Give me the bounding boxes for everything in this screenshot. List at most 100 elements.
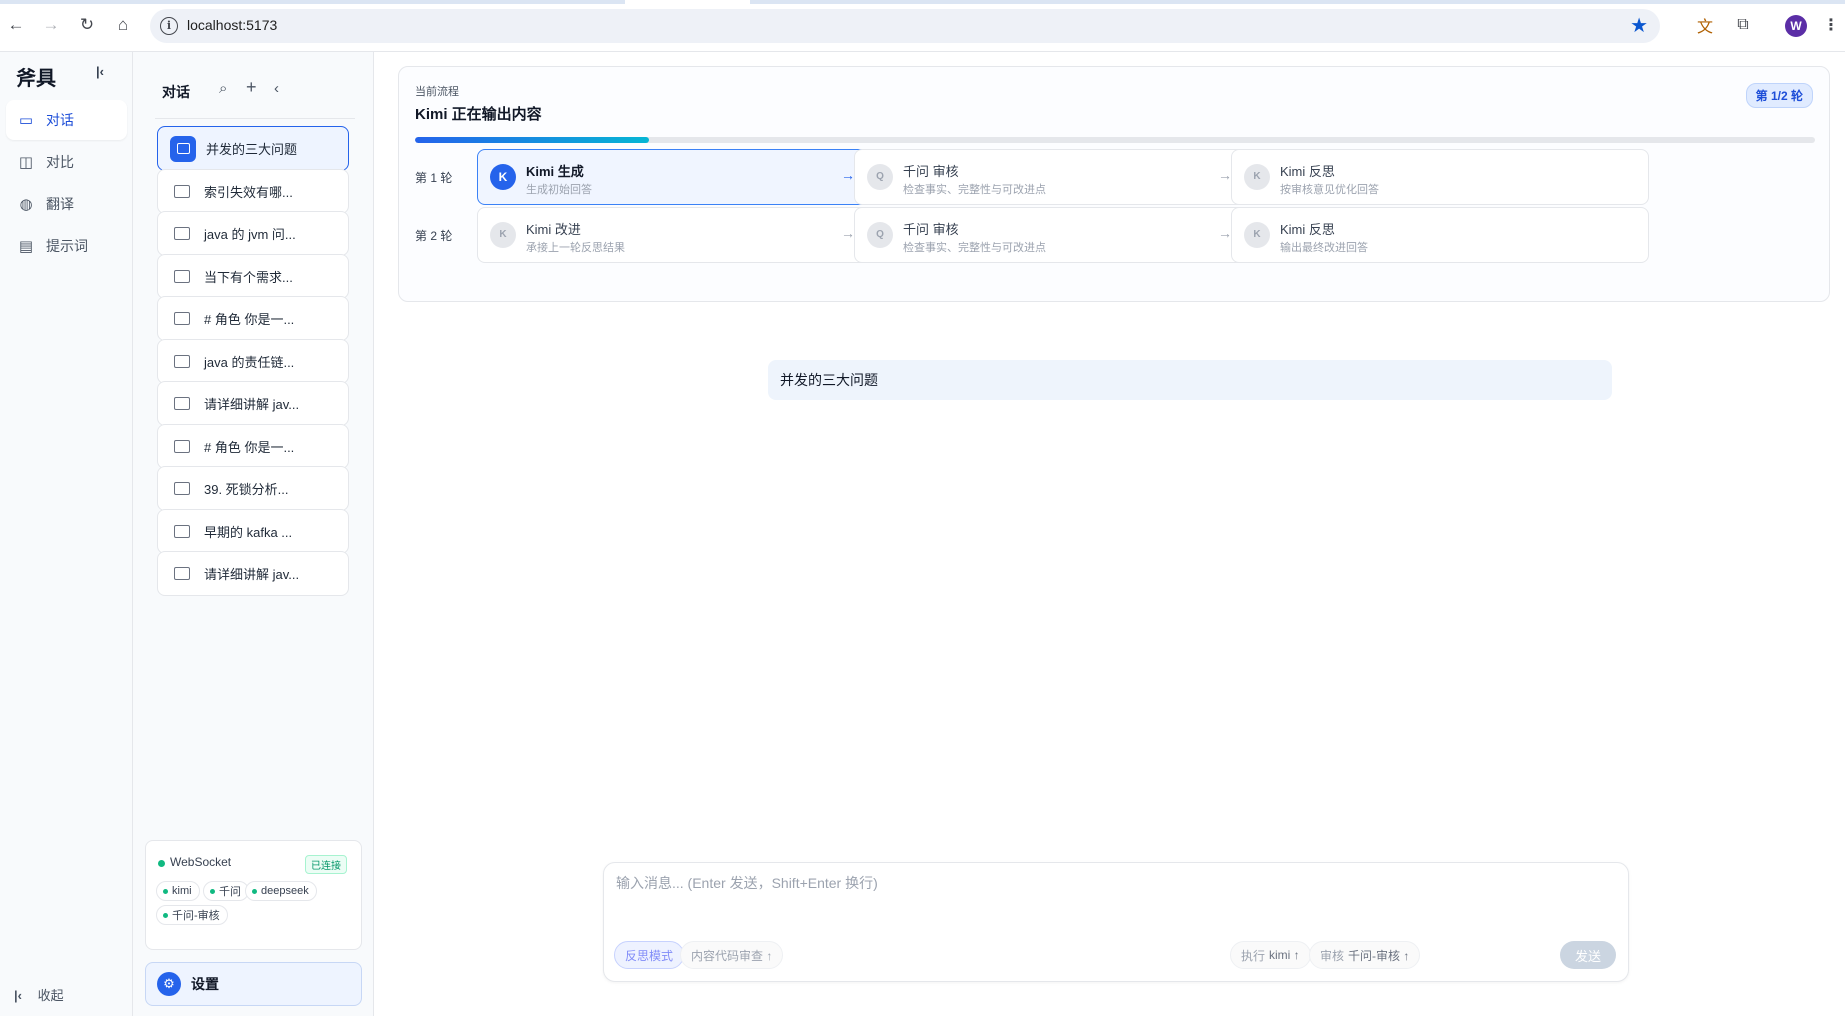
user-message: 并发的三大问题 xyxy=(768,360,1612,400)
flow-step: K Kimi 改进 承接上一轮反思结果 xyxy=(477,207,895,263)
url-text[interactable]: localhost:5173 xyxy=(187,17,277,33)
conversation-item[interactable]: 请详细讲解 jav... xyxy=(157,551,349,596)
globe-icon: ◍ xyxy=(19,196,33,213)
model-chip: kimi xyxy=(156,881,200,901)
code-review-toggle[interactable]: 内容代码审查 ↑ xyxy=(680,941,784,969)
profile-avatar[interactable]: W xyxy=(1785,15,1807,37)
address-bar[interactable]: i localhost:5173 ★ xyxy=(150,9,1660,43)
nav-item-label: 对话 xyxy=(46,112,74,128)
chat-bubble-icon xyxy=(174,567,190,580)
exec-model-select[interactable]: 执行 kimi ↑ xyxy=(1230,941,1311,969)
flow-step: K Kimi 生成 生成初始回答 xyxy=(477,149,895,205)
flow-step: K Kimi 反思输出最终改进回答 xyxy=(1231,207,1649,263)
conversation-title: 请详细讲解 jav... xyxy=(204,567,300,582)
chat-icon: ▭ xyxy=(18,112,34,129)
sidebar-collapse-icon[interactable]: |‹ xyxy=(96,64,104,79)
model-chip-label: 千问-审核 xyxy=(172,910,220,922)
conversation-title: java 的 jvm 问... xyxy=(204,227,296,242)
step-title: Kimi 生成 xyxy=(526,164,584,179)
conversation-item[interactable]: 39. 死锁分析... xyxy=(157,466,349,511)
conversation-item[interactable]: 并发的三大问题 xyxy=(157,126,349,171)
websocket-status-card: WebSocket 已连接 kimi 千问 deepseek 千问-审核 xyxy=(145,840,362,950)
flow-title: Kimi 正在输出内容 xyxy=(415,106,542,123)
reload-icon[interactable]: ↻ xyxy=(76,14,98,36)
conversation-item[interactable]: 索引失效有哪... xyxy=(157,168,349,214)
gear-icon: ⚙ xyxy=(157,972,181,996)
exec-label: 执行 xyxy=(1241,948,1266,963)
conversation-panel-title: 对话 xyxy=(162,84,190,100)
status-dot xyxy=(158,860,165,867)
document-icon: ▤ xyxy=(18,238,34,255)
conversation-title: 早期的 kafka ... xyxy=(204,524,293,540)
step-title: Kimi 反思 xyxy=(1280,164,1335,179)
conversation-item[interactable]: 当下有个需求... xyxy=(157,253,349,299)
chevron-left-icon[interactable]: ‹ xyxy=(274,80,279,97)
review-value: 千问-审核 ↑ xyxy=(1348,948,1410,963)
conversation-item[interactable]: java 的责任链... xyxy=(157,338,349,384)
conversation-title: # 角色 你是一... xyxy=(204,312,295,327)
collapse-button[interactable]: |‹ 收起 xyxy=(14,985,64,1004)
chat-bubble-icon xyxy=(174,439,190,453)
conversation-title: 39. 死锁分析... xyxy=(204,482,289,497)
message-input[interactable] xyxy=(616,873,1616,933)
home-icon[interactable]: ⌂ xyxy=(112,14,134,36)
round-badge: 第 1/2 轮 xyxy=(1745,83,1813,108)
nav-item-translate[interactable]: ◍ 翻译 xyxy=(6,184,127,224)
composer: 反思模式 内容代码审查 ↑ 执行kimi ↑ 审核千问-审核 ↑ 发送 xyxy=(603,862,1629,982)
step-title: Kimi 反思 xyxy=(1280,222,1335,237)
conversation-title: java 的责任链... xyxy=(204,354,295,370)
conversation-item[interactable]: 请详细讲解 jav... xyxy=(157,381,349,426)
site-info-icon[interactable]: i xyxy=(160,17,178,35)
new-chat-icon[interactable]: + xyxy=(246,77,257,98)
arrow-right-icon: → xyxy=(1218,167,1232,183)
step-avatar: K xyxy=(1244,164,1270,190)
translate-icon[interactable]: 文 xyxy=(1694,14,1716,36)
step-description: 输出最终改进回答 xyxy=(1280,242,1368,254)
arrow-right-icon: → xyxy=(841,225,855,241)
flow-step: Q 千问 审核 检查事实、完整性与可改进点 xyxy=(854,149,1272,205)
nav-item-label: 对比 xyxy=(46,154,74,170)
step-title: 千问 审核 xyxy=(903,164,959,179)
conversation-title: 请详细讲解 jav... xyxy=(204,397,300,412)
connection-badge: 已连接 xyxy=(305,855,347,874)
step-avatar: K xyxy=(490,164,516,190)
nav-item-label: 提示词 xyxy=(46,238,88,254)
chat-bubble-icon xyxy=(174,397,190,410)
main-area: 当前流程 Kimi 正在输出内容 第 1/2 轮 第 1 轮 K Kimi 生成 生成… xyxy=(374,52,1845,1016)
columns-icon: ◫ xyxy=(18,154,34,171)
conversation-item[interactable]: # 角色 你是一... xyxy=(157,296,349,341)
extensions-icon[interactable]: ⧉ xyxy=(1732,14,1754,36)
conversation-item[interactable]: # 角色 你是一... xyxy=(157,423,349,469)
reflect-mode-toggle[interactable]: 反思模式 xyxy=(614,941,685,969)
model-chip-label: deepseek xyxy=(261,885,309,897)
flow-step: K Kimi 反思按审核意见优化回答 xyxy=(1231,149,1649,205)
collapse-icon: |‹ xyxy=(14,988,22,1003)
app-brand: 斧具 xyxy=(16,66,56,90)
step-description: 承接上一轮反思结果 xyxy=(526,242,625,254)
browser-menu-icon[interactable]: ⋮ xyxy=(1823,15,1839,35)
step-description: 生成初始回答 xyxy=(526,184,592,196)
step-avatar: Q xyxy=(867,164,893,190)
nav-item-prompts[interactable]: ▤ 提示词 xyxy=(6,226,127,266)
review-model-select[interactable]: 审核 千问-审核 ↑ xyxy=(1309,941,1421,969)
settings-label: 设置 xyxy=(191,976,219,992)
back-icon[interactable]: ← xyxy=(5,14,27,36)
conversation-item[interactable]: 早期的 kafka ... xyxy=(157,508,349,554)
chat-bubble-icon xyxy=(174,184,190,198)
forward-icon[interactable]: → xyxy=(40,14,62,36)
settings-button[interactable]: ⚙ 设置 xyxy=(145,962,362,1006)
flow-step: Q 千问 审核 检查事实、完整性与可改进点 xyxy=(854,207,1272,263)
conversation-item[interactable]: java 的 jvm 问... xyxy=(157,211,349,256)
collapse-label: 收起 xyxy=(37,988,64,1003)
chat-bubble-icon xyxy=(174,312,190,325)
step-avatar: K xyxy=(1244,222,1270,248)
chat-bubble-icon xyxy=(174,482,190,495)
nav-item-compare[interactable]: ◫ 对比 xyxy=(6,142,127,182)
active-tab[interactable] xyxy=(625,0,750,4)
search-icon[interactable]: ⌕ xyxy=(219,80,227,97)
nav-item-chat[interactable]: ▭ 对话 xyxy=(6,100,127,140)
arrow-right-icon: → xyxy=(841,167,855,183)
bookmark-star-icon[interactable]: ★ xyxy=(1630,13,1648,38)
step-description: 按审核意见优化回答 xyxy=(1280,184,1379,196)
send-button[interactable]: 发送 xyxy=(1560,941,1616,969)
